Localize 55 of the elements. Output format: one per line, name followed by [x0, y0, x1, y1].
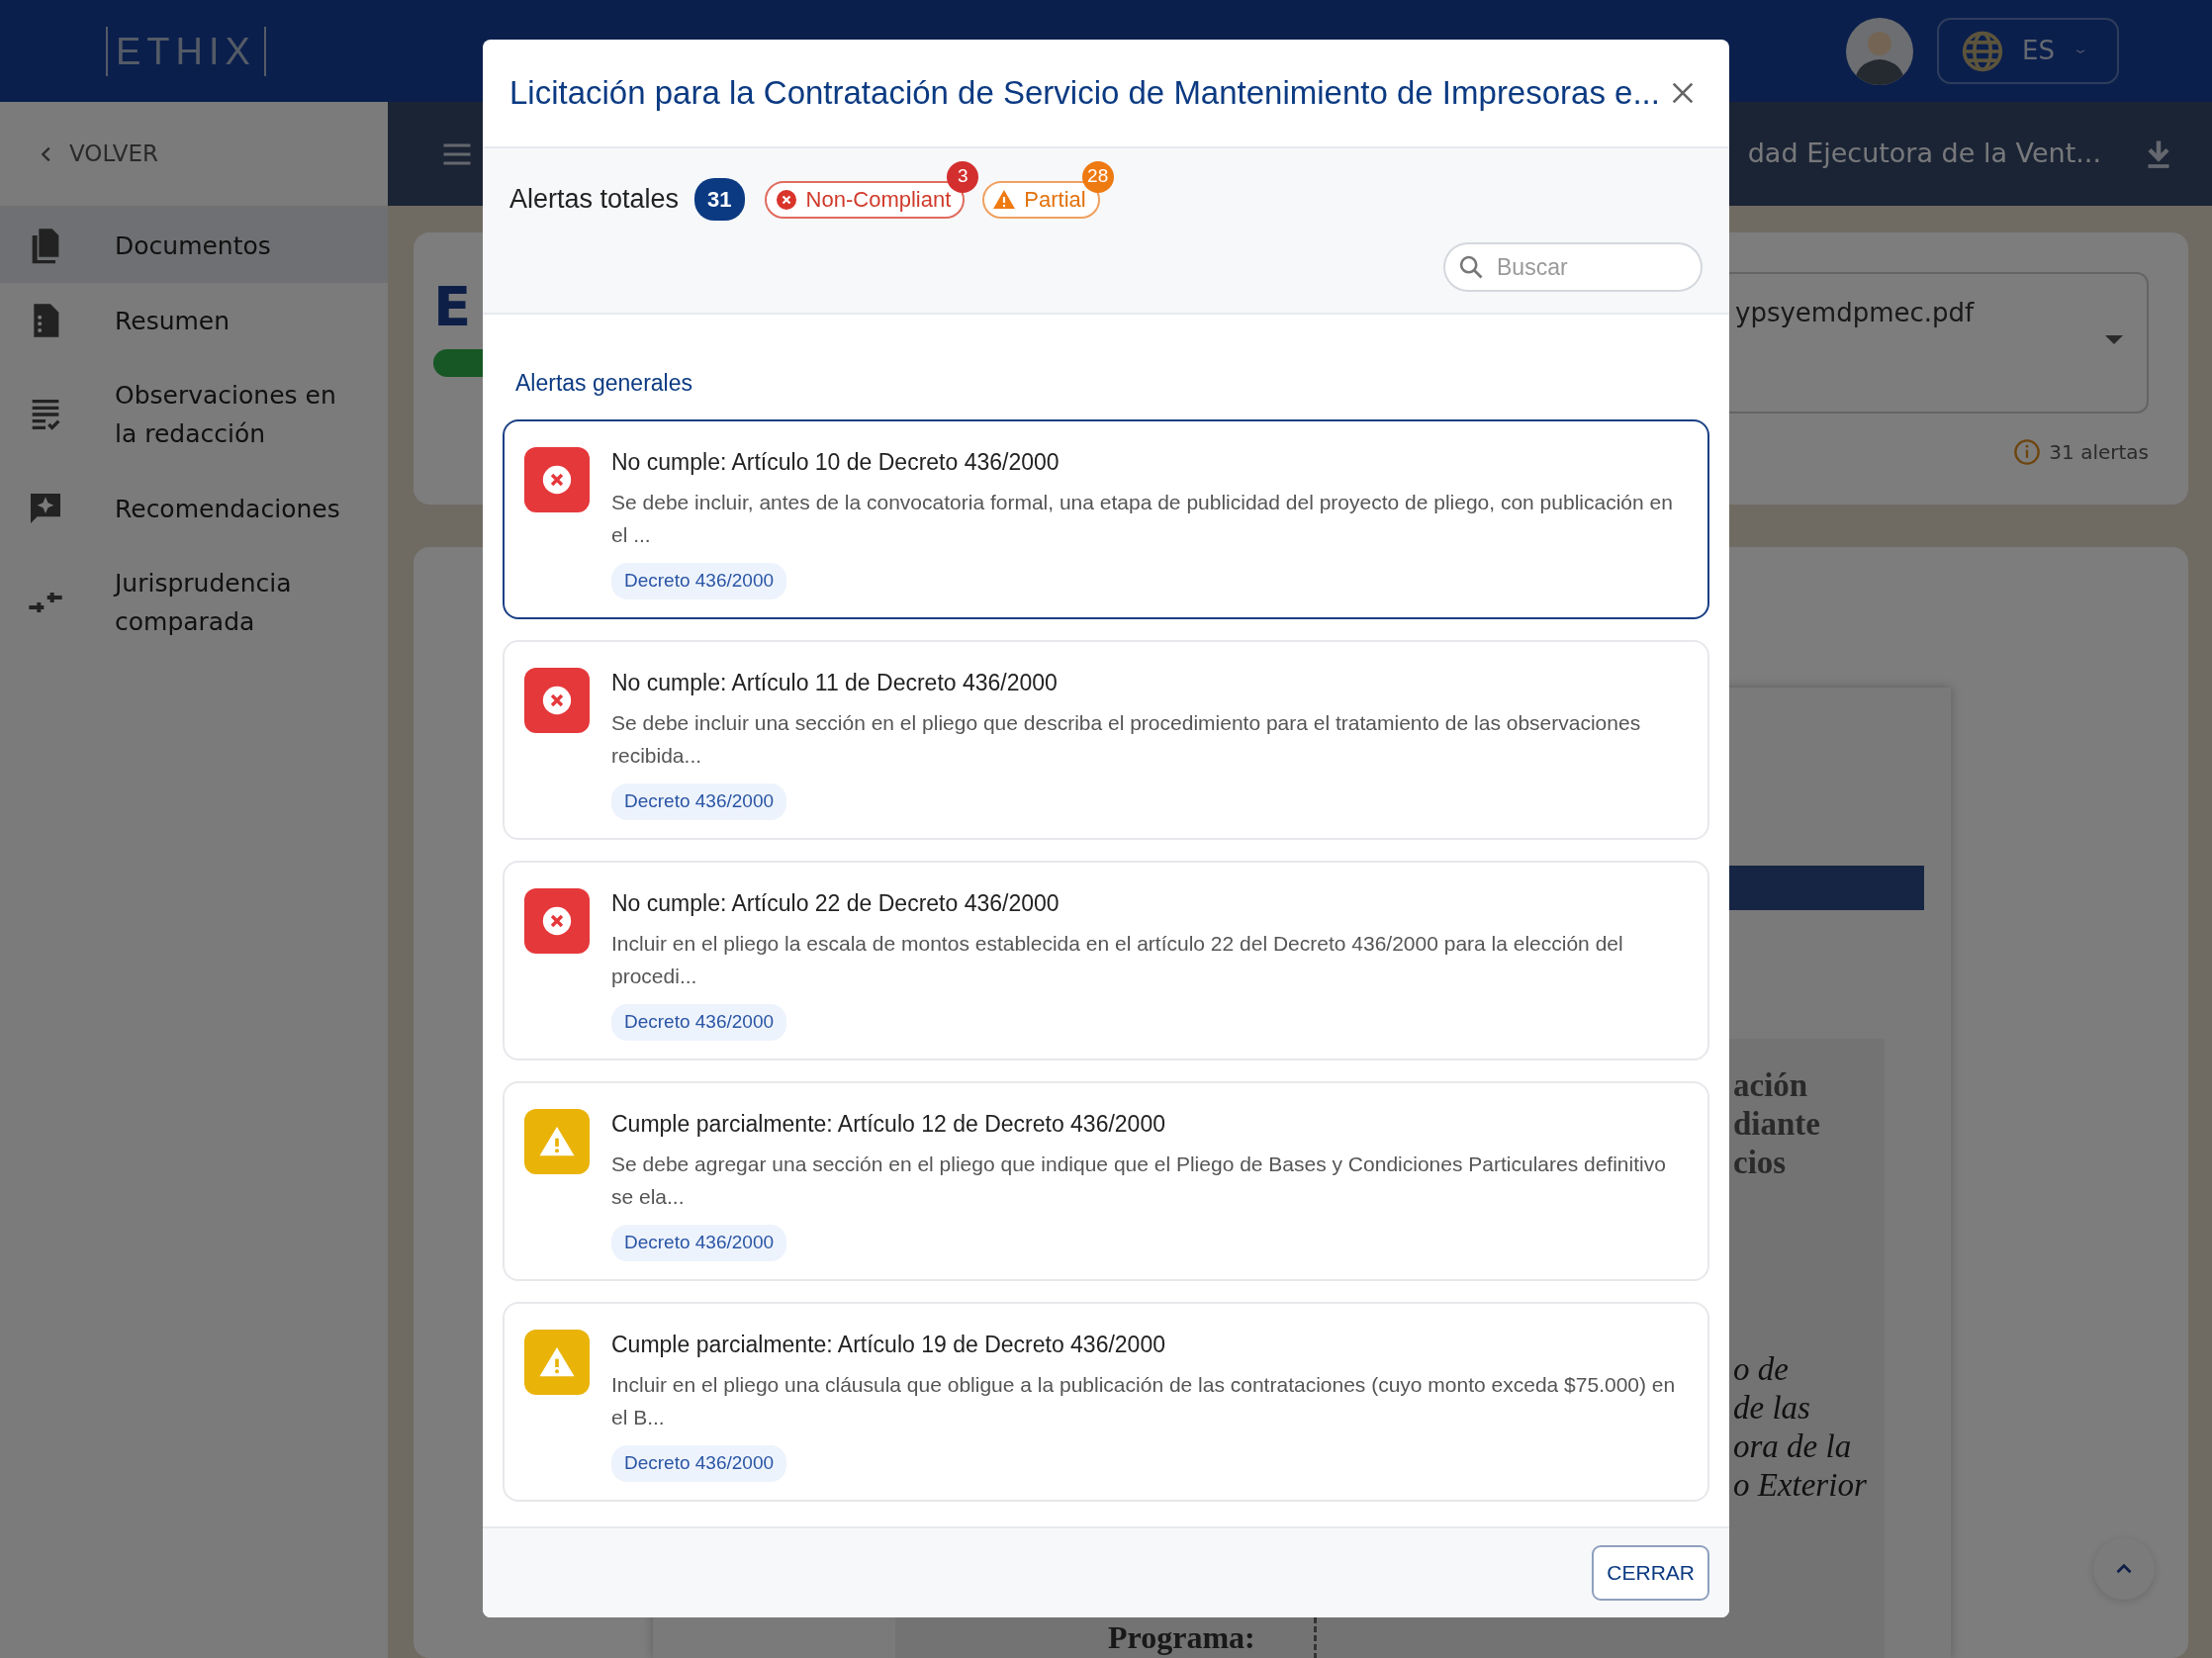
- document-text: cios: [1733, 1144, 1788, 1182]
- error-icon: [524, 446, 590, 512]
- alert-title: No cumple: Artículo 11 de Decreto 436/2000: [611, 668, 1059, 697]
- count-badge: 31: [694, 178, 745, 221]
- document-text: o Exterior: [1733, 1466, 1868, 1505]
- alert-title: No cumple: Artículo 22 de Decreto 436/2000: [611, 888, 1060, 918]
- sidebar-item[interactable]: Documentos: [0, 208, 388, 283]
- tag-chip: Decreto 436/2000: [611, 1445, 787, 1482]
- alert-description: Se debe incluir una sección en el pliego que describa el procedimiento para el tratamiento de las observaciones recibida...: [611, 710, 1642, 769]
- document-text: ora de la: [1733, 1428, 1853, 1466]
- sidebar-item[interactable]: Recomendaciones: [0, 471, 388, 546]
- error-icon: [524, 887, 590, 954]
- alert-title: Cumple parcialmente: Artículo 12 de Decreto 436/2000: [611, 1109, 1166, 1139]
- document-text: o de: [1733, 1350, 1790, 1389]
- search-field[interactable]: Buscar: [1443, 242, 1703, 292]
- warning-icon: [524, 1108, 590, 1174]
- logo: ETHIX: [106, 26, 266, 76]
- info-icon: [2013, 438, 2042, 466]
- tag-chip: Decreto 436/2000: [611, 783, 787, 820]
- search-icon: [1457, 253, 1485, 281]
- alert-description: Incluir en el pliego la escala de montos establecida en el artículo 22 del Decreto 436/2000 para la elección del procedi...: [611, 931, 1624, 989]
- caret-icon: [2105, 335, 2123, 344]
- tag-chip: Decreto 436/2000: [611, 1225, 787, 1261]
- alert-card[interactable]: Cumple parcialmente: Artículo 12 de Decreto 436/2000 Se debe agregar una sección en el pliego que indique que el Pliego de Bases y Condiciones Particulares definitivo se ela... Decreto 436/2000: [503, 1080, 1709, 1281]
- warning-icon: [524, 1329, 590, 1395]
- document-title: dad Ejecutora de la Vent...: [1747, 137, 2101, 171]
- alert-card[interactable]: No cumple: Artículo 10 de Decreto 436/2000 Se debe incluir, antes de la convocatoria formal, una etapa de publicidad del proyecto de pliego, con publicación en el ... Decreto 436/2000: [503, 418, 1709, 619]
- alert-count: 31 alertas: [2049, 439, 2149, 466]
- modal-title: Licitación para la Contratación de Servicio de Mantenimiento de Impresoras e...: [509, 73, 1660, 114]
- language-selector[interactable]: ES: [1937, 18, 2119, 84]
- section-title: Alertas generales: [515, 369, 693, 398]
- sidebar-item[interactable]: Observaciones en la redacción: [0, 358, 388, 471]
- total-label: Alertas totales: [509, 183, 680, 217]
- globe-icon: [1961, 29, 2004, 73]
- alert-description: Se debe agregar una sección en el pliego que indique que el Pliego de Bases y Condiciones Particulares definitivo se ela...: [611, 1151, 1667, 1210]
- tag-chip: Decreto 436/2000: [611, 1004, 787, 1041]
- alert-title: No cumple: Artículo 10 de Decreto 436/2000: [611, 447, 1060, 477]
- alert-description: Incluir en el pliego una cláusula que obligue a la publicación de las contrataciones (cuyo monto exceda $75.000) en el B...: [611, 1372, 1677, 1430]
- sidebar-item[interactable]: Jurisprudencia comparada: [0, 546, 388, 659]
- document-text: ación: [1733, 1066, 1809, 1105]
- document-text: diante: [1733, 1105, 1821, 1144]
- tag-chip: Decreto 436/2000: [611, 563, 787, 599]
- sidebar-item[interactable]: Resumen: [0, 283, 388, 358]
- count-badge: 3: [947, 160, 979, 193]
- error-icon: [774, 187, 798, 212]
- alert-card[interactable]: No cumple: Artículo 22 de Decreto 436/2000 Incluir en el pliego la escala de montos establecida en el artículo 22 del Decreto 436/2000 para la elección del procedi... Decreto 436/2000: [503, 860, 1709, 1060]
- alert-title: Cumple parcialmente: Artículo 19 de Decreto 436/2000: [611, 1330, 1166, 1359]
- alert-description: Se debe incluir, antes de la convocatoria formal, una etapa de publicidad del proyecto de pliego, con publicación en el ...: [611, 490, 1674, 548]
- error-icon: [524, 667, 590, 733]
- document-heading: E: [433, 273, 473, 340]
- close-button[interactable]: CERRAR: [1592, 1545, 1709, 1601]
- document-text: de las: [1733, 1389, 1811, 1428]
- alert-card[interactable]: Cumple parcialmente: Artículo 19 de Decreto 436/2000 Incluir en el pliego una cláusula que obligue a la publicación de las contrataciones (cuyo monto exceda $75.000) en el B... Decreto 436/2000: [503, 1301, 1709, 1502]
- alert-card[interactable]: No cumple: Artículo 11 de Decreto 436/2000 Se debe incluir una sección en el pliego que describa el procedimiento para el tratamiento de las observaciones recibida... Decreto 436/2000: [503, 639, 1709, 840]
- document-text: Programa:: [1108, 1621, 1255, 1654]
